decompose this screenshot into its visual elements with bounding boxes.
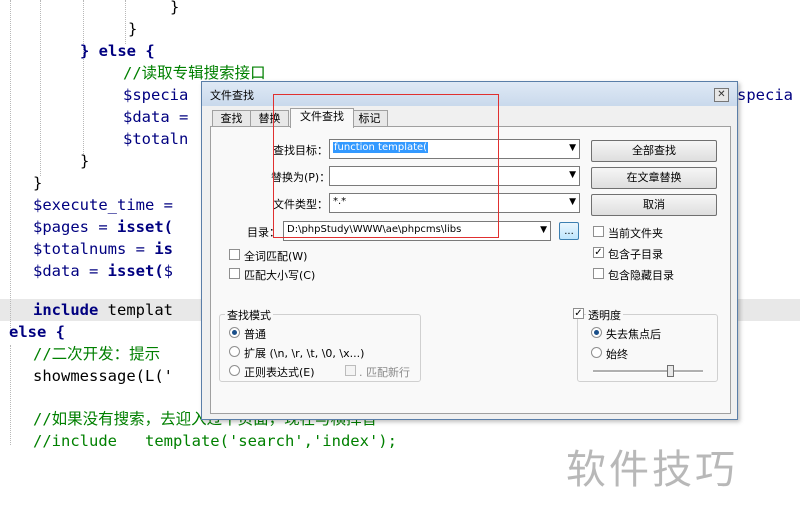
close-icon[interactable]: ✕ [714, 88, 729, 102]
code-line: $execute_time = [33, 196, 173, 214]
code-token: $data = [33, 262, 108, 280]
code-line: } [80, 152, 90, 170]
chevron-down-icon[interactable]: ▼ [569, 170, 576, 180]
transparency-slider[interactable] [593, 370, 703, 373]
code-token: $totalnums = [33, 240, 155, 258]
tab-find-in-files[interactable]: 文件查找 [290, 108, 354, 128]
always-label: 始终 [606, 348, 628, 361]
indent-guide [40, 0, 41, 176]
transparency-title: 透明度 [586, 307, 623, 323]
dot-newline-label: . 匹配新行 [359, 366, 410, 379]
cancel-button[interactable]: 取消 [591, 194, 717, 216]
find-what-input[interactable]: function template( ▼ [329, 139, 580, 159]
include-hidden-checkbox[interactable] [593, 268, 604, 279]
find-all-button[interactable]: 全部查找 [591, 140, 717, 162]
search-mode-title: 查找模式 [225, 307, 273, 323]
regex-mode-label: 正则表达式(E) [244, 366, 315, 379]
code-token: $pages = [33, 218, 117, 236]
find-in-files-panel: 查找目标： function template( ▼ 替换为(P)： ▼ 文件类… [210, 126, 731, 414]
code-line: } [170, 0, 180, 16]
browse-button[interactable]: ... [559, 222, 579, 240]
on-lose-focus-radio[interactable] [591, 327, 602, 338]
code-keyword: isset( [107, 262, 164, 280]
replace-with-label: 替换为(P)： [271, 171, 331, 184]
chevron-down-icon[interactable]: ▼ [569, 197, 576, 207]
tab-find[interactable]: 查找 [212, 110, 251, 127]
code-keyword: isset( [117, 218, 173, 236]
whole-word-label: 全词匹配(W) [244, 250, 308, 263]
extended-mode-label: 扩展 (\n, \r, \t, \0, \x...) [244, 347, 365, 360]
regex-mode-radio[interactable] [229, 365, 240, 376]
indent-guide [83, 0, 84, 154]
code-line: $data = [123, 108, 189, 126]
dialog-title: 文件查找 [210, 89, 254, 102]
code-line: } [128, 20, 138, 38]
code-keyword: is [154, 240, 173, 258]
current-folder-label: 当前文件夹 [608, 227, 663, 240]
on-lose-focus-label: 失去焦点后 [606, 328, 661, 341]
code-line: specia [737, 86, 793, 104]
include-subdirs-checkbox[interactable]: ✓ [593, 247, 604, 258]
extended-mode-radio[interactable] [229, 346, 240, 357]
dot-newline-checkbox[interactable] [345, 365, 356, 376]
directory-value: D:\phpStudy\WWW\ae\phpcms\libs [287, 224, 462, 235]
code-line: $specia [123, 86, 189, 104]
code-line: } else { [80, 42, 155, 60]
match-case-label: 匹配大小写(C) [244, 269, 316, 282]
current-folder-checkbox[interactable] [593, 226, 604, 237]
code-line: include templat [33, 299, 173, 321]
indent-guide [10, 0, 11, 330]
code-line: } [33, 174, 43, 192]
code-line: else { [9, 323, 65, 341]
dialog-titlebar[interactable]: 文件查找 ✕ [202, 82, 737, 106]
indent-guide [10, 345, 11, 445]
code-comment: //include template('search','index'); [33, 432, 397, 450]
include-subdirs-label: 包含子目录 [608, 248, 663, 261]
chevron-down-icon[interactable]: ▼ [569, 143, 576, 153]
code-token: $ [163, 262, 173, 280]
directory-label: 目录： [247, 226, 280, 239]
normal-mode-label: 普通 [244, 328, 266, 341]
code-keyword: include [33, 301, 99, 319]
find-in-files-dialog: 文件查找 ✕ 查找 替换 文件查找 标记 查找目标： function temp… [201, 81, 738, 420]
file-types-label: 文件类型： [273, 198, 328, 211]
code-line: showmessage(L(' [33, 367, 173, 385]
find-what-label: 查找目标： [273, 144, 328, 157]
always-radio[interactable] [591, 347, 602, 358]
replace-with-input[interactable]: ▼ [329, 166, 580, 186]
replace-in-files-button[interactable]: 在文章替换 [591, 167, 717, 189]
code-token: templat [98, 301, 173, 319]
code-line: $pages = isset( [33, 216, 173, 238]
watermark: 软件技巧 [566, 447, 738, 493]
transparency-checkbox[interactable]: ✓ [573, 308, 584, 319]
file-types-value: *.* [333, 196, 347, 207]
indent-guide [125, 0, 126, 44]
whole-word-checkbox[interactable] [229, 249, 240, 260]
directory-input[interactable]: D:\phpStudy\WWW\ae\phpcms\libs ▼ [283, 221, 551, 241]
code-comment: //二次开发：提示 [33, 345, 161, 363]
find-what-value: function template( [333, 142, 429, 153]
match-case-checkbox[interactable] [229, 268, 240, 279]
file-types-input[interactable]: *.* ▼ [329, 193, 580, 213]
code-line: $totaln [123, 130, 189, 148]
tab-mark[interactable]: 标记 [351, 110, 388, 127]
code-line: $data = isset($ [33, 260, 173, 282]
include-hidden-label: 包含隐藏目录 [608, 269, 674, 282]
slider-thumb[interactable] [667, 365, 674, 377]
chevron-down-icon[interactable]: ▼ [540, 225, 547, 235]
normal-mode-radio[interactable] [229, 327, 240, 338]
code-line: $totalnums = is [33, 238, 173, 260]
tab-replace[interactable]: 替换 [250, 110, 289, 127]
